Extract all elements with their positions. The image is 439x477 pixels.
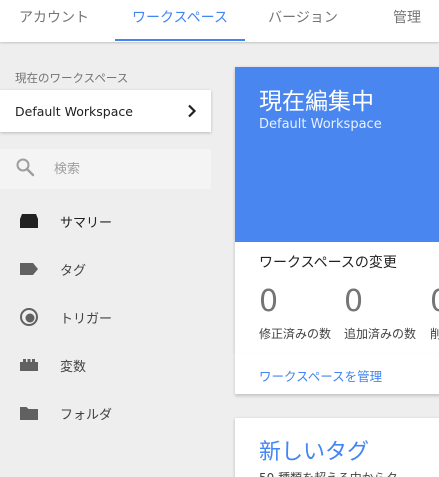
sidebar-item-tags[interactable]: タグ — [0, 247, 211, 291]
manage-workspace-link[interactable]: ワークスペースを管理 — [259, 366, 382, 385]
sidebar-item-label: フォルダ — [60, 407, 113, 423]
tag-icon — [19, 259, 39, 279]
summary-icon — [19, 211, 39, 231]
tab-account[interactable]: アカウント — [0, 0, 108, 42]
search-icon — [15, 157, 35, 181]
top-tab-bar: アカウント ワークスペース バージョン 管理 — [0, 0, 439, 42]
chevron-right-icon — [187, 104, 197, 118]
search-input[interactable] — [54, 161, 194, 177]
sidebar-item-folders[interactable]: フォルダ — [0, 391, 211, 435]
workspace-name: Default Workspace — [15, 103, 133, 119]
active-tab-indicator — [115, 39, 245, 41]
sidebar-item-summary[interactable]: サマリー — [0, 199, 211, 243]
sidebar-item-label: サマリー — [60, 215, 113, 231]
new-tag-subtitle: 50 種類を超える中からタ — [259, 469, 398, 477]
workspace-changes-title: ワークスペースの変更 — [259, 255, 397, 271]
editing-title: 現在編集中 — [259, 89, 374, 115]
sidebar-item-label: 変数 — [60, 359, 87, 375]
editing-workspace-name: Default Workspace — [259, 117, 382, 132]
tab-versions[interactable]: バージョン — [255, 0, 351, 42]
tab-admin[interactable]: 管理 — [376, 0, 438, 42]
sidebar-item-label: タグ — [60, 263, 87, 279]
deleted-label: 削 — [430, 327, 439, 341]
current-workspace-heading: 現在のワークスペース — [15, 71, 129, 85]
sidebar-search — [0, 149, 211, 189]
sidebar-item-label: トリガー — [60, 311, 113, 327]
added-label: 追加済みの数 — [344, 327, 417, 341]
sidebar-item-variables[interactable]: 変数 — [0, 343, 211, 387]
sidebar-item-triggers[interactable]: トリガー — [0, 295, 211, 339]
added-count: 0 — [344, 284, 364, 319]
workspace-selector[interactable]: Default Workspace — [0, 90, 211, 132]
modified-count: 0 — [259, 284, 279, 319]
editing-banner: 現在編集中 Default Workspace — [235, 67, 439, 242]
deleted-count: 0 — [430, 284, 439, 319]
new-tag-title: 新しいタグ — [259, 440, 370, 465]
folder-icon — [19, 403, 39, 423]
current-editing-card: 現在編集中 Default Workspace ワークスペースの変更 0 修正済… — [235, 67, 439, 355]
trigger-icon — [19, 307, 39, 327]
new-tag-card[interactable]: 新しいタグ 50 種類を超える中からタ — [235, 418, 439, 477]
variable-icon — [19, 355, 39, 375]
tab-workspace[interactable]: ワークスペース — [115, 0, 245, 42]
modified-label: 修正済みの数 — [259, 327, 332, 341]
